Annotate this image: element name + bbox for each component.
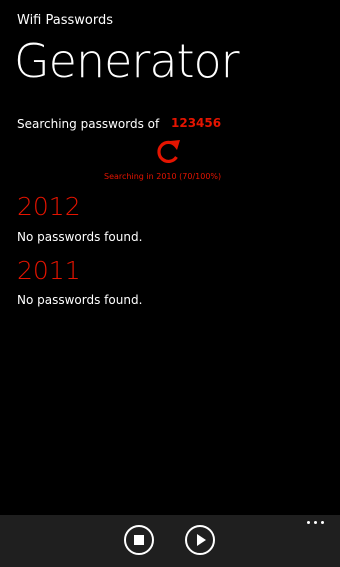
stop-icon [134,535,144,545]
more-icon[interactable] [306,519,326,527]
stop-button[interactable] [124,525,154,555]
year-heading-2012: 2012 [17,192,81,221]
progress-text: Searching in 2010 (70/100%) [104,172,222,181]
year-status-2012: No passwords found. [17,230,143,244]
page-title: Generator [14,34,240,88]
refresh-icon [157,140,180,163]
search-label: Searching passwords of [17,117,160,131]
year-status-2011: No passwords found. [17,293,143,307]
app-bar [0,515,340,567]
search-term: 123456 [171,116,222,130]
play-button[interactable] [185,525,215,555]
app-title: Wifi Passwords [17,13,113,28]
play-icon [197,534,206,546]
year-heading-2011: 2011 [17,256,81,285]
